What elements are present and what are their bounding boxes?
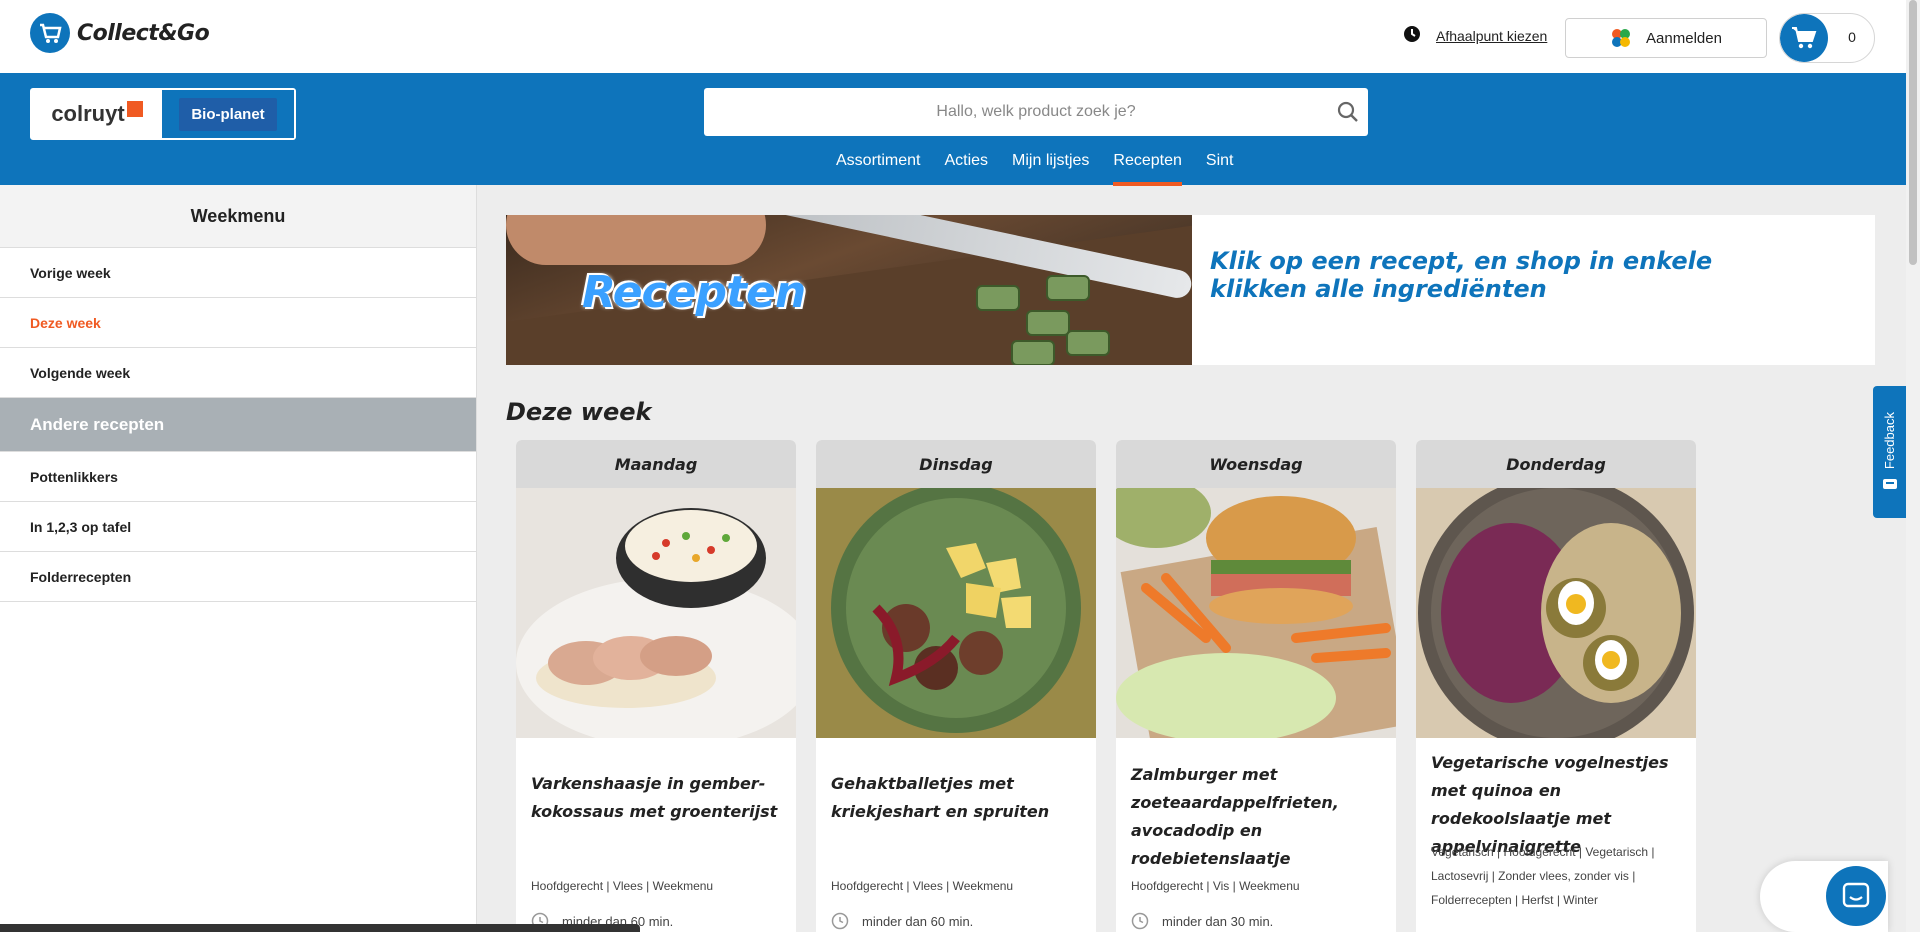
recipe-image[interactable] (516, 488, 796, 738)
banner-text: Klik op een recept, en shop in enkele kl… (1210, 247, 1713, 303)
colruyt-label: colruyt (51, 101, 125, 126)
nav-acties[interactable]: Acties (944, 152, 988, 185)
search-box (704, 88, 1368, 136)
nav-mijn-lijstjes[interactable]: Mijn lijstjes (1012, 152, 1089, 185)
feedback-tab[interactable]: Feedback (1873, 386, 1906, 518)
status-bar (0, 924, 640, 932)
recipe-image[interactable] (1116, 488, 1396, 738)
sidebar-item-vorige-week[interactable]: Vorige week (0, 248, 476, 298)
colruyt-logo[interactable]: colruyt (32, 90, 162, 138)
recipe-tags: Vegetarisch | Hoofdgerecht | Vegetarisch… (1431, 845, 1655, 907)
colruyt-flag-icon (126, 101, 143, 117)
login-button[interactable]: Aanmelden (1565, 18, 1767, 58)
recipe-card-maandag[interactable]: Maandag Varkenshaasje in gember-kokossau… (516, 440, 796, 932)
bioplanet-logo[interactable]: Bio-planet (162, 90, 294, 138)
recipe-tags: Hoofdgerecht | Vis | Weekmenu (1131, 879, 1300, 893)
recipe-tags: Hoofdgerecht | Vlees | Weekmenu (831, 879, 1014, 893)
card-day: Donderdag (1416, 440, 1696, 488)
collectgo-logo[interactable]: Collect&Go (30, 13, 210, 53)
banner-word: Recepten (582, 267, 806, 318)
section-title: Deze week (506, 398, 652, 426)
top-header: Collect&Go Afhaalpunt kiezen Aanmelden 0 (0, 0, 1906, 73)
chat-icon (1842, 882, 1870, 908)
cart-icon (1780, 14, 1828, 62)
sidebar-item-deze-week[interactable]: Deze week (0, 298, 476, 348)
card-day: Maandag (516, 440, 796, 488)
search-input[interactable] (704, 88, 1368, 136)
recipe-time-label: minder dan 30 min. (1162, 913, 1274, 929)
sidebar-title: Weekmenu (0, 185, 476, 248)
cart-count: 0 (1848, 29, 1856, 45)
scrollbar[interactable] (1906, 0, 1920, 932)
recipe-time-label: minder dan 60 min. (862, 913, 974, 929)
login-label: Aanmelden (1646, 29, 1722, 47)
time-icon (831, 912, 849, 930)
google-icon (1612, 29, 1631, 47)
nav-menu: Assortiment Acties Mijn lijstjes Recepte… (836, 152, 1257, 186)
feedback-label: Feedback (1882, 412, 1897, 470)
feedback-icon (1882, 478, 1897, 489)
sidebar-item-pottenlikkers[interactable]: Pottenlikkers (0, 452, 476, 502)
recipe-tags: Hoofdgerecht | Vlees | Weekmenu (531, 879, 714, 893)
sidebar-item-volgende-week[interactable]: Volgende week (0, 348, 476, 398)
card-day: Woensdag (1116, 440, 1396, 488)
recipe-title[interactable]: Varkenshaasje in gember-kokossaus met gr… (531, 770, 781, 826)
collectgo-logo-icon (30, 13, 70, 53)
logo-text: Collect&Go (77, 20, 210, 46)
main-navigation-bar: colruyt Bio-planet Assortiment Acties Mi… (0, 73, 1906, 186)
recipe-card-woensdag[interactable]: Woensdag Zalmburger met zoeteaardappelfr… (1116, 440, 1396, 932)
recipes-banner[interactable]: Recepten Klik op een recept, en shop in … (506, 215, 1875, 365)
recipe-time: minder dan 60 min. (831, 912, 973, 930)
recipe-image[interactable] (1416, 488, 1696, 738)
bioplanet-label: Bio-planet (179, 97, 277, 131)
search-icon[interactable] (1336, 100, 1360, 129)
sidebar-item-in-123-op-tafel[interactable]: In 1,2,3 op tafel (0, 502, 476, 552)
pickup-selector[interactable]: Afhaalpunt kiezen (1403, 25, 1547, 46)
nav-assortiment[interactable]: Assortiment (836, 152, 920, 185)
recipe-time: minder dan 30 min. (1131, 912, 1273, 930)
recipe-card-donderdag[interactable]: Donderdag Vegetarische vogelnestjes met … (1416, 440, 1696, 932)
scrollbar-thumb[interactable] (1909, 0, 1917, 265)
pickup-link[interactable]: Afhaalpunt kiezen (1436, 28, 1547, 44)
cart-button[interactable]: 0 (1779, 13, 1875, 63)
nav-recepten[interactable]: Recepten (1113, 152, 1182, 186)
time-icon (1131, 912, 1149, 930)
chat-button[interactable] (1826, 866, 1886, 926)
clock-icon (1403, 25, 1421, 46)
recipe-card-dinsdag[interactable]: Dinsdag Gehaktballetjes met kriekjeshart… (816, 440, 1096, 932)
banner-image: Recepten (506, 215, 1192, 365)
card-day: Dinsdag (816, 440, 1096, 488)
brand-switcher: colruyt Bio-planet (30, 88, 296, 140)
recipe-title[interactable]: Gehaktballetjes met kriekjeshart en spru… (831, 770, 1081, 826)
sidebar: Weekmenu Vorige week Deze week Volgende … (0, 185, 477, 932)
sidebar-section-andere-recepten: Andere recepten (0, 398, 476, 452)
sidebar-item-folderrecepten[interactable]: Folderrecepten (0, 552, 476, 602)
recipe-image[interactable] (816, 488, 1096, 738)
recipe-title[interactable]: Zalmburger met zoeteaardappelfrieten, av… (1131, 761, 1381, 873)
nav-sint[interactable]: Sint (1206, 152, 1234, 185)
